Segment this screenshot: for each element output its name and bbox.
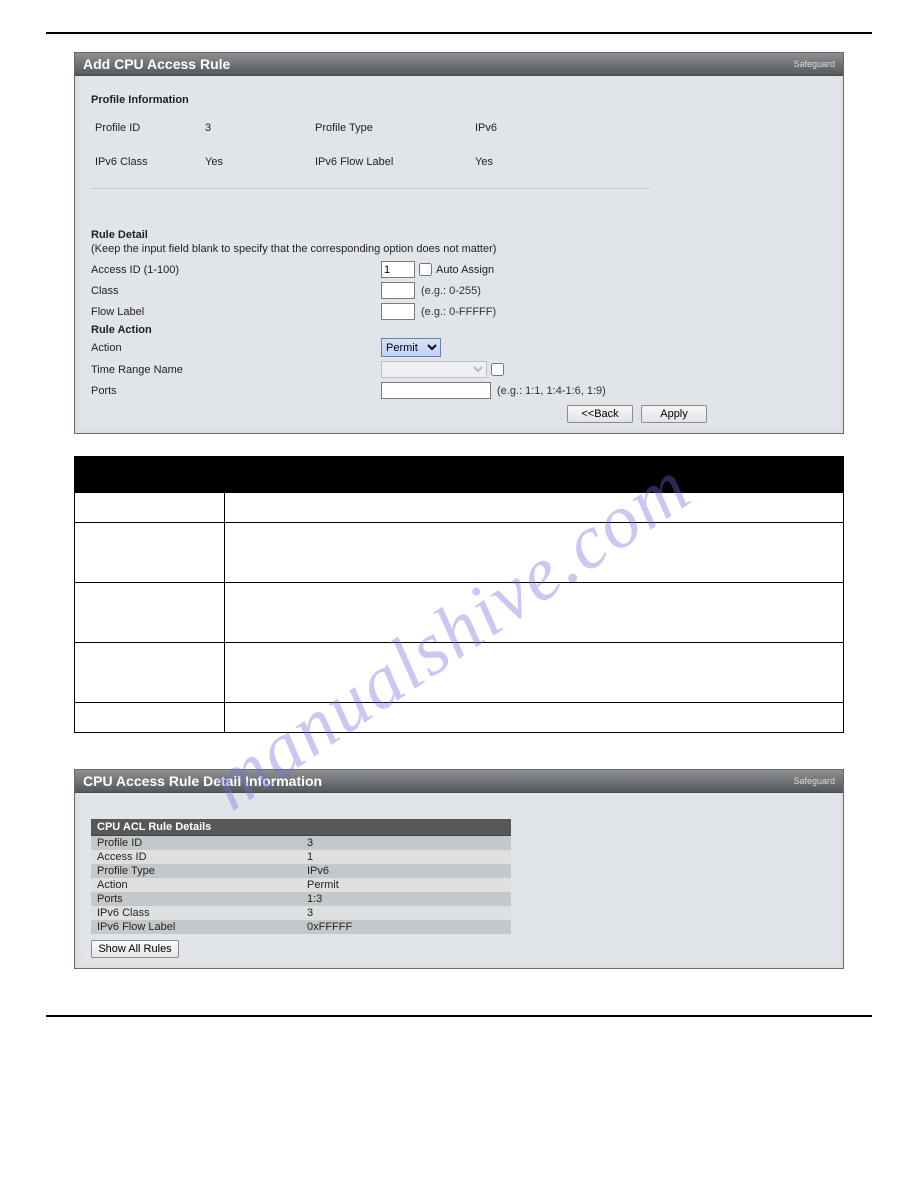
detail-value: 1 <box>301 850 511 864</box>
table-row <box>75 643 844 703</box>
detail-value: 3 <box>301 906 511 920</box>
back-button[interactable]: <<Back <box>567 405 633 423</box>
detail-key: Profile Type <box>91 864 301 878</box>
access-id-label: Access ID (1-100) <box>91 264 381 276</box>
table-row: IPv6 Class3 <box>91 906 511 920</box>
panel-body: Profile Information Profile ID 3 Profile… <box>75 76 843 433</box>
profile-info-heading: Profile Information <box>91 94 827 106</box>
table-row <box>75 523 844 583</box>
ports-label: Ports <box>91 385 381 397</box>
safeguard-badge: Safeguard <box>793 776 835 786</box>
access-id-row: Access ID (1-100) Auto Assign <box>91 261 827 278</box>
button-row: <<Back Apply <box>91 405 827 423</box>
ports-input[interactable] <box>381 382 491 399</box>
table-row <box>75 493 844 523</box>
profile-type-label: Profile Type <box>315 122 475 134</box>
ports-row: Ports (e.g.: 1:1, 1:4-1:6, 1:9) <box>91 382 827 399</box>
ipv6-class-value: Yes <box>205 156 315 168</box>
param-col-2 <box>225 457 844 493</box>
panel-body: CPU ACL Rule Details Profile ID3 Access … <box>75 793 843 968</box>
detail-key: IPv6 Flow Label <box>91 920 301 934</box>
class-hint: (e.g.: 0-255) <box>421 285 481 297</box>
action-label: Action <box>91 342 381 354</box>
page-frame: Add CPU Access Rule Safeguard Profile In… <box>46 32 872 1017</box>
time-range-select[interactable] <box>381 361 487 378</box>
table-row <box>75 703 844 733</box>
ports-hint: (e.g.: 1:1, 1:4-1:6, 1:9) <box>497 385 606 397</box>
apply-button[interactable]: Apply <box>641 405 707 423</box>
ipv6-class-label: IPv6 Class <box>95 156 205 168</box>
profile-id-value: 3 <box>205 122 315 134</box>
panel-title: Add CPU Access Rule <box>83 56 230 72</box>
detail-value: 0xFFFFF <box>301 920 511 934</box>
table-row: Access ID1 <box>91 850 511 864</box>
ipv6-flow-label-value: Yes <box>475 156 585 168</box>
auto-assign-checkbox[interactable] <box>419 263 432 276</box>
flow-label-label: Flow Label <box>91 306 381 318</box>
add-cpu-access-rule-panel: Add CPU Access Rule Safeguard Profile In… <box>74 52 844 434</box>
detail-key: Ports <box>91 892 301 906</box>
table-row: Profile ID3 <box>91 836 511 851</box>
rule-action-heading: Rule Action <box>91 324 827 336</box>
class-input[interactable] <box>381 282 415 299</box>
detail-value: IPv6 <box>301 864 511 878</box>
detail-value: 1:3 <box>301 892 511 906</box>
detail-key: Access ID <box>91 850 301 864</box>
detail-key: Action <box>91 878 301 892</box>
show-all-rules-button[interactable]: Show All Rules <box>91 940 179 958</box>
time-range-checkbox[interactable] <box>491 363 504 376</box>
profile-id-label: Profile ID <box>95 122 205 134</box>
detail-value: Permit <box>301 878 511 892</box>
auto-assign-label: Auto Assign <box>436 264 494 276</box>
cpu-acl-rule-details-table: CPU ACL Rule Details Profile ID3 Access … <box>91 819 511 934</box>
detail-value: 3 <box>301 836 511 851</box>
flow-label-hint: (e.g.: 0-FFFFF) <box>421 306 496 318</box>
class-row: Class (e.g.: 0-255) <box>91 282 827 299</box>
flow-label-input[interactable] <box>381 303 415 320</box>
action-row: Action Permit <box>91 338 827 357</box>
time-range-row: Time Range Name <box>91 361 827 378</box>
class-label: Class <box>91 285 381 297</box>
cpu-access-rule-detail-panel: CPU Access Rule Detail Information Safeg… <box>74 769 844 969</box>
section-divider <box>91 188 650 189</box>
panel-titlebar: Add CPU Access Rule Safeguard <box>75 53 843 76</box>
details-table-header: CPU ACL Rule Details <box>91 819 511 836</box>
time-range-label: Time Range Name <box>91 364 381 376</box>
panel-titlebar: CPU Access Rule Detail Information Safeg… <box>75 770 843 793</box>
profile-info-grid: Profile ID 3 Profile Type IPv6 IPv6 Clas… <box>95 122 827 168</box>
action-select[interactable]: Permit <box>381 338 441 357</box>
panel-title: CPU Access Rule Detail Information <box>83 773 322 789</box>
rule-detail-heading: Rule Detail <box>91 229 827 241</box>
table-row: ActionPermit <box>91 878 511 892</box>
table-row: IPv6 Flow Label0xFFFFF <box>91 920 511 934</box>
flow-label-row: Flow Label (e.g.: 0-FFFFF) <box>91 303 827 320</box>
ipv6-flow-label-label: IPv6 Flow Label <box>315 156 475 168</box>
param-col-1 <box>75 457 225 493</box>
table-row: Ports1:3 <box>91 892 511 906</box>
table-row: Profile TypeIPv6 <box>91 864 511 878</box>
parameter-table <box>74 456 844 733</box>
rule-detail-hint: (Keep the input field blank to specify t… <box>91 243 827 255</box>
table-row <box>75 583 844 643</box>
detail-key: IPv6 Class <box>91 906 301 920</box>
access-id-input[interactable] <box>381 261 415 278</box>
safeguard-badge: Safeguard <box>793 59 835 69</box>
profile-type-value: IPv6 <box>475 122 585 134</box>
detail-key: Profile ID <box>91 836 301 851</box>
